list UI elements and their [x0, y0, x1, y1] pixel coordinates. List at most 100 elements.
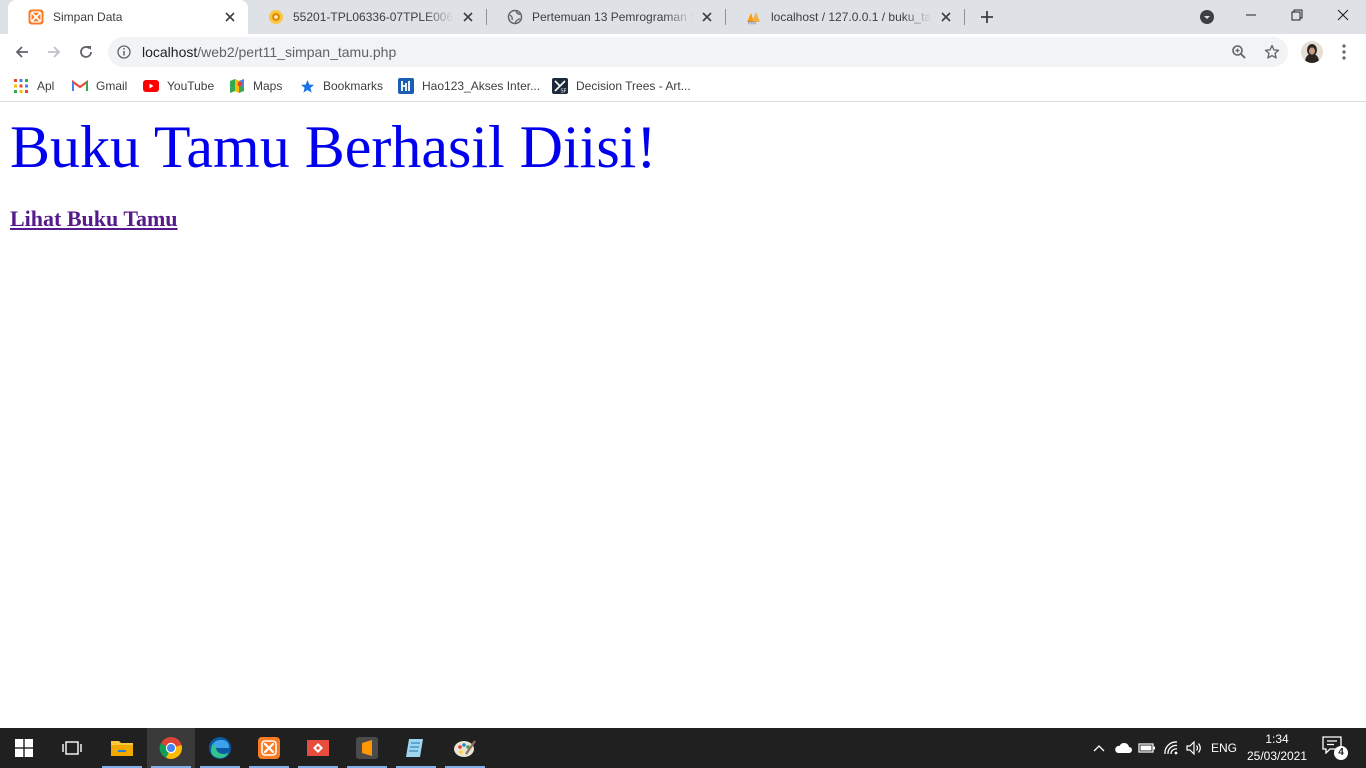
action-center-button[interactable]: 4 [1322, 736, 1348, 760]
task-view-icon [62, 741, 82, 755]
url-text[interactable]: localhost/web2/pert11_simpan_tamu.php [142, 44, 396, 60]
clock-time: 1:34 [1265, 732, 1289, 746]
bookmark-label: Bookmarks [323, 79, 384, 93]
browser-toolbar: localhost/web2/pert11_simpan_tamu.php [0, 34, 1366, 70]
network-button[interactable] [1160, 728, 1182, 768]
plus-icon [981, 11, 993, 23]
gmail-icon [72, 78, 88, 94]
chrome-icon [159, 737, 182, 759]
close-tab-icon[interactable] [938, 9, 954, 25]
bookmark-decision-trees[interactable]: SF Decision Trees - Art... [552, 75, 691, 97]
wifi-icon [1164, 741, 1178, 755]
taskbar-chrome[interactable] [147, 728, 195, 768]
new-tab-button[interactable] [976, 6, 998, 28]
tab-phpmyadmin[interactable]: PMA localhost / 127.0.0.1 / buku_tamu [726, 0, 964, 34]
onedrive-button[interactable] [1112, 728, 1134, 768]
star-icon [299, 78, 315, 94]
globe-icon [507, 9, 523, 25]
sublime-icon [356, 737, 378, 759]
taskbar-git[interactable] [294, 728, 342, 768]
bookmark-bookmarks[interactable]: Bookmarks [299, 75, 383, 97]
close-tab-icon[interactable] [699, 9, 715, 25]
arrow-right-icon [48, 46, 61, 58]
tab-title: 55201-TPL06336-07TPLE006-2020 [293, 10, 454, 24]
chevron-down-icon [1200, 10, 1214, 24]
xampp-icon [258, 737, 280, 759]
bookmark-youtube[interactable]: YouTube [143, 75, 214, 97]
minimize-button[interactable] [1228, 0, 1274, 30]
battery-button[interactable] [1136, 728, 1158, 768]
taskbar-file-explorer[interactable] [98, 728, 146, 768]
bookmark-label: Apl [37, 79, 55, 93]
tab-pertemuan-13[interactable]: Pertemuan 13 Pemrograman Web [487, 0, 725, 34]
url-host: localhost [142, 44, 198, 60]
battery-icon [1138, 743, 1155, 753]
reload-button[interactable] [72, 38, 100, 66]
hao123-icon [398, 78, 414, 94]
url-path: /web2/pert11_simpan_tamu.php [197, 44, 397, 60]
taskbar-notepad[interactable] [392, 728, 440, 768]
paint-icon [454, 740, 476, 757]
bookmark-maps[interactable]: Maps [229, 75, 282, 97]
close-tab-icon[interactable] [460, 9, 476, 25]
bookmark-label: Decision Trees - Art... [576, 79, 691, 93]
notepad-icon [406, 739, 423, 757]
profile-avatar[interactable] [1301, 41, 1323, 63]
taskbar-xampp[interactable] [245, 728, 293, 768]
taskbar-sublime-text[interactable] [343, 728, 391, 768]
sf-icon: SF [552, 78, 568, 94]
task-view-button[interactable] [48, 728, 96, 768]
git-icon [307, 740, 329, 756]
xampp-icon [28, 9, 44, 25]
arrow-left-icon [15, 46, 28, 58]
restore-button[interactable] [1274, 0, 1320, 30]
svg-text:PMA: PMA [748, 21, 757, 26]
volume-button[interactable] [1183, 728, 1205, 768]
bookmark-gmail[interactable]: Gmail [72, 75, 127, 97]
more-vertical-icon [1342, 44, 1346, 60]
tab-moodle-course[interactable]: 55201-TPL06336-07TPLE006-2020 [248, 0, 486, 34]
tab-simpan-data[interactable]: Simpan Data [8, 0, 248, 34]
bookmark-label: Hao123_Akses Inter... [422, 79, 541, 93]
taskbar-paint[interactable] [441, 728, 489, 768]
tab-separator [964, 9, 965, 25]
tray-overflow-button[interactable] [1088, 728, 1110, 768]
moodle-icon [268, 9, 284, 25]
tab-strip: Simpan Data 55201-TPL06336-07TPLE006-202… [0, 0, 1366, 34]
input-language-button[interactable]: ENG [1208, 728, 1240, 768]
forward-button[interactable] [40, 38, 68, 66]
close-tab-icon[interactable] [222, 9, 238, 25]
close-icon [1337, 9, 1349, 21]
cloud-icon [1115, 742, 1132, 753]
bookmark-label: Maps [253, 79, 283, 93]
tab-title: Simpan Data [53, 10, 123, 24]
folder-icon [111, 741, 133, 756]
address-bar[interactable]: localhost/web2/pert11_simpan_tamu.php [108, 37, 1288, 67]
bookmark-hao123[interactable]: Hao123_Akses Inter... [398, 75, 540, 97]
zoom-icon[interactable] [1230, 43, 1248, 61]
taskbar-edge[interactable] [196, 728, 244, 768]
browser-menu-button[interactable] [1335, 42, 1353, 62]
minimize-icon [1246, 14, 1256, 16]
chevron-up-icon [1093, 745, 1105, 752]
speaker-icon [1186, 741, 1201, 755]
edge-icon [209, 737, 231, 759]
maps-icon [229, 78, 245, 94]
start-button[interactable] [0, 728, 48, 768]
lihat-buku-tamu-link[interactable]: Lihat Buku Tamu [10, 206, 178, 231]
phpmyadmin-icon: PMA [746, 9, 762, 25]
bookmark-apl[interactable]: Apl [13, 75, 54, 97]
clock-button[interactable]: 1:34 25/03/2021 [1240, 731, 1314, 765]
clock-date: 25/03/2021 [1246, 749, 1308, 763]
page-content: Buku Tamu Berhasil Diisi! Lihat Buku Tam… [0, 103, 1366, 728]
language-label: ENG [1210, 741, 1237, 755]
back-button[interactable] [8, 38, 36, 66]
windows-taskbar: ENG 1:34 25/03/2021 4 [0, 728, 1366, 768]
close-window-button[interactable] [1320, 0, 1366, 30]
notification-count-badge: 4 [1334, 746, 1348, 760]
bookmark-star-icon[interactable] [1263, 43, 1281, 61]
windows-logo-icon [15, 739, 33, 757]
info-icon[interactable] [116, 44, 132, 60]
tab-search-button[interactable] [1197, 8, 1217, 26]
tab-title: localhost / 127.0.0.1 / buku_tamu [771, 10, 932, 24]
